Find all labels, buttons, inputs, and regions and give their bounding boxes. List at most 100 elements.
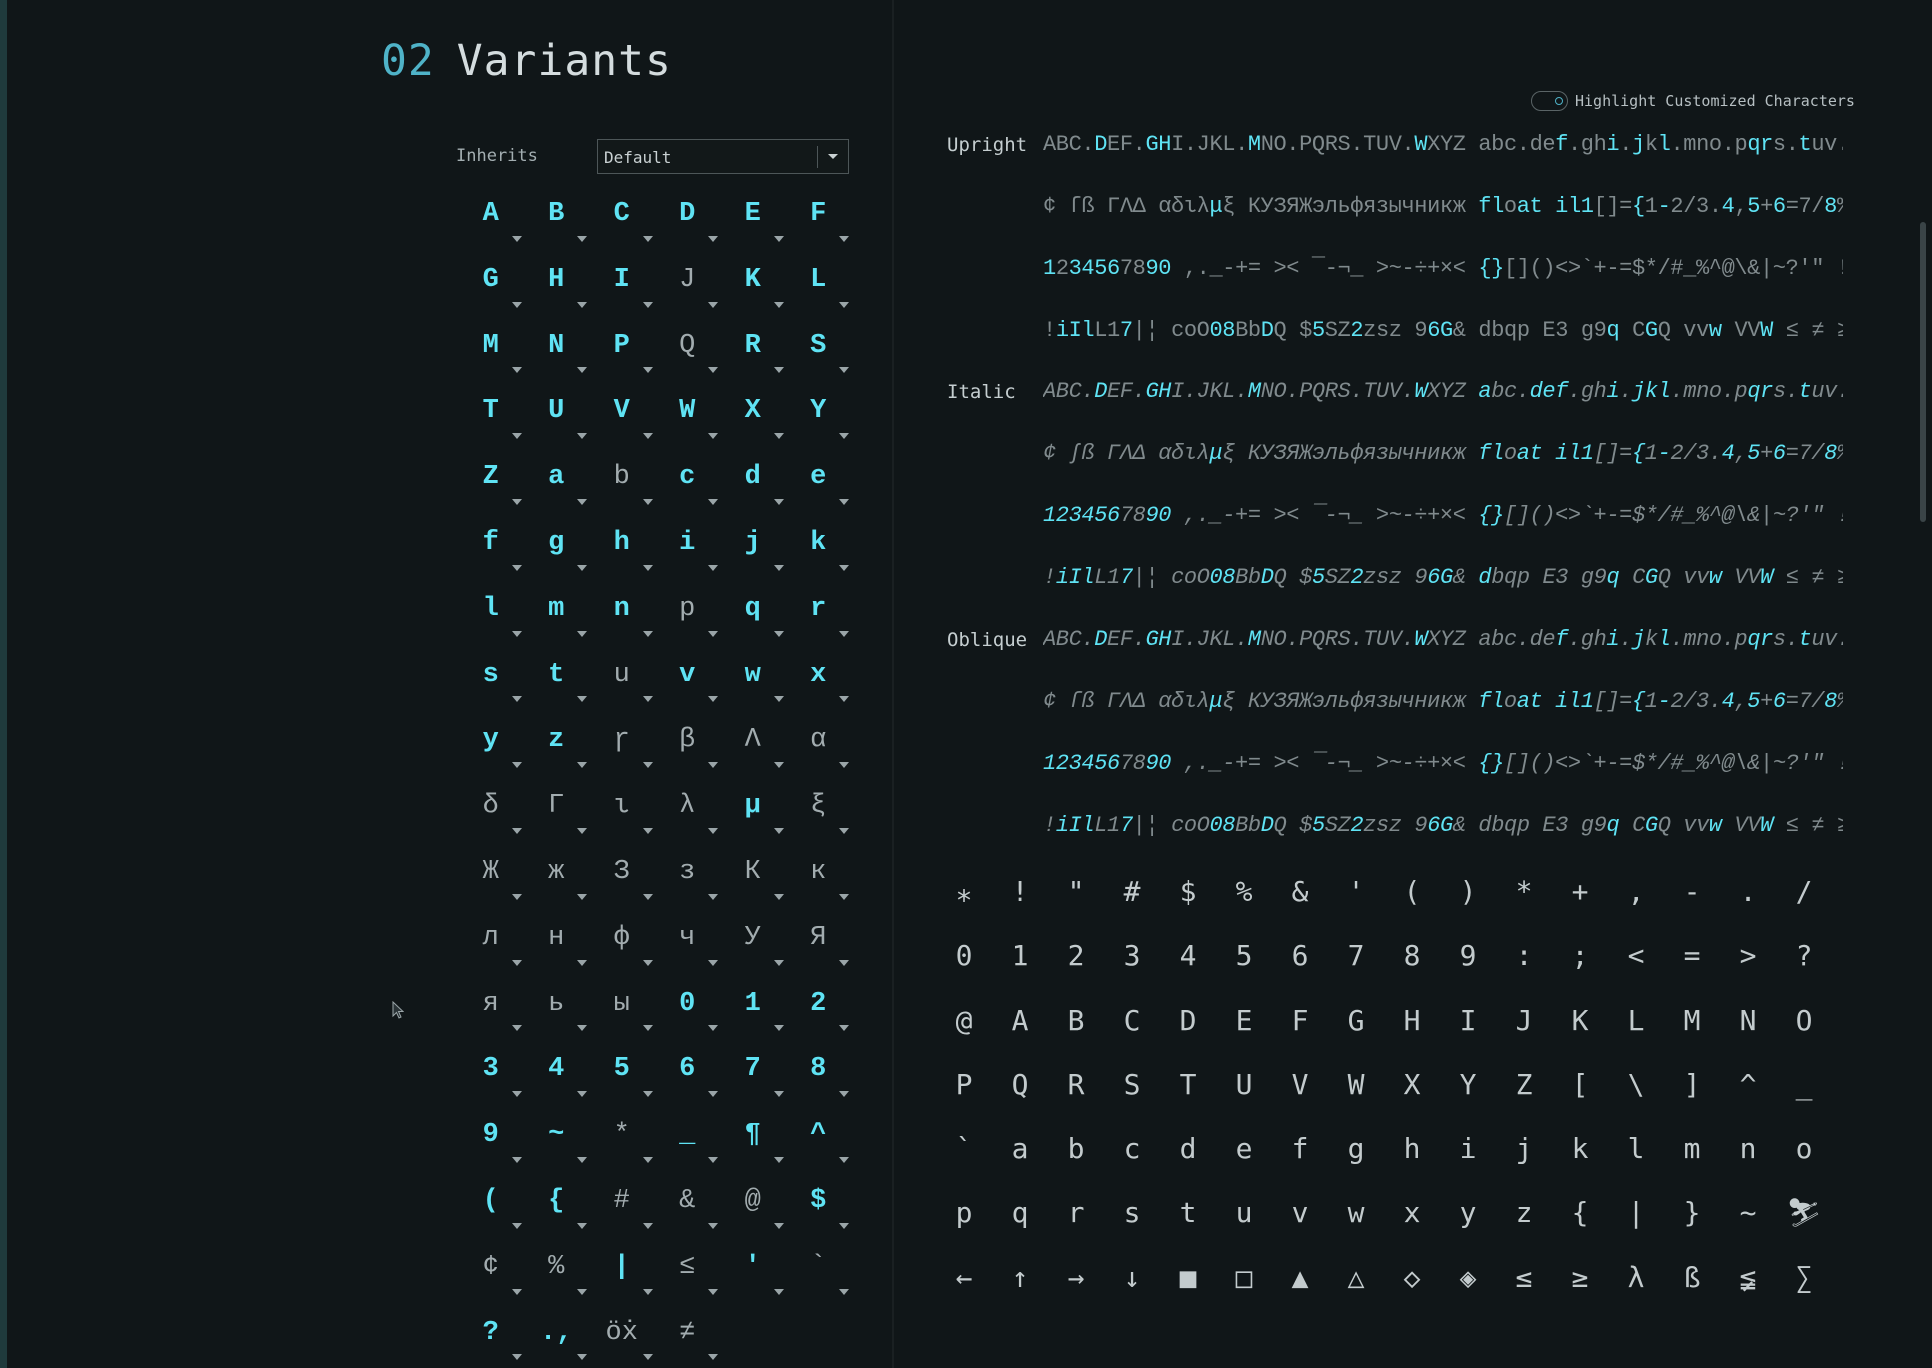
variant-dropdown-icon[interactable] bbox=[708, 498, 718, 505]
variant-cell[interactable]: Ж bbox=[458, 842, 524, 908]
variant-cell[interactable]: E bbox=[720, 184, 786, 250]
variant-cell[interactable]: s bbox=[458, 645, 524, 711]
variant-dropdown-icon[interactable] bbox=[708, 564, 718, 571]
variant-cell[interactable]: D bbox=[655, 184, 721, 250]
variant-cell[interactable]: h bbox=[589, 513, 655, 579]
variant-cell[interactable]: 0 bbox=[655, 974, 721, 1040]
variant-dropdown-icon[interactable] bbox=[511, 893, 522, 900]
variant-dropdown-icon[interactable] bbox=[708, 1222, 718, 1229]
variant-dropdown-icon[interactable] bbox=[577, 301, 587, 308]
variant-cell[interactable]: U bbox=[524, 381, 590, 447]
variant-cell[interactable]: @ bbox=[720, 1171, 786, 1237]
variant-cell[interactable]: M bbox=[458, 316, 524, 382]
variant-dropdown-icon[interactable] bbox=[773, 564, 784, 571]
variant-dropdown-icon[interactable] bbox=[511, 235, 522, 242]
variant-cell[interactable]: я bbox=[458, 974, 524, 1040]
variant-dropdown-icon[interactable] bbox=[773, 762, 784, 769]
variant-dropdown-icon[interactable] bbox=[642, 235, 653, 242]
variant-dropdown-icon[interactable] bbox=[773, 1288, 784, 1295]
variant-dropdown-icon[interactable] bbox=[708, 1354, 718, 1361]
variant-cell[interactable]: Я bbox=[786, 908, 852, 974]
variant-cell[interactable]: H bbox=[524, 250, 590, 316]
variant-cell[interactable]: V bbox=[589, 381, 655, 447]
variant-dropdown-icon[interactable] bbox=[642, 1091, 653, 1098]
variant-dropdown-icon[interactable] bbox=[773, 827, 784, 834]
variant-dropdown-icon[interactable] bbox=[708, 1025, 718, 1032]
variant-cell[interactable]: ы bbox=[589, 974, 655, 1040]
variant-cell[interactable]: d bbox=[720, 447, 786, 513]
variant-dropdown-icon[interactable] bbox=[511, 1025, 522, 1032]
variant-cell[interactable]: z bbox=[524, 710, 590, 776]
variant-cell[interactable]: * bbox=[589, 1105, 655, 1171]
variant-dropdown-icon[interactable] bbox=[839, 827, 849, 834]
variant-dropdown-icon[interactable] bbox=[773, 1222, 784, 1229]
variant-cell[interactable]: f bbox=[458, 513, 524, 579]
variant-cell[interactable]: v bbox=[655, 645, 721, 711]
variant-dropdown-icon[interactable] bbox=[773, 367, 784, 374]
variant-dropdown-icon[interactable] bbox=[708, 433, 718, 440]
variant-cell[interactable]: Γ bbox=[524, 776, 590, 842]
variant-cell[interactable]: c bbox=[655, 447, 721, 513]
variant-dropdown-icon[interactable] bbox=[708, 630, 718, 637]
variant-cell[interactable]: ≠ bbox=[655, 1303, 721, 1368]
variant-dropdown-icon[interactable] bbox=[839, 1288, 849, 1295]
variant-dropdown-icon[interactable] bbox=[773, 696, 784, 703]
variant-dropdown-icon[interactable] bbox=[577, 564, 587, 571]
variant-dropdown-icon[interactable] bbox=[511, 1222, 522, 1229]
variant-cell[interactable]: w bbox=[720, 645, 786, 711]
variant-cell[interactable]: & bbox=[655, 1171, 721, 1237]
variant-dropdown-icon[interactable] bbox=[511, 564, 522, 571]
variant-cell[interactable]: b bbox=[589, 447, 655, 513]
variant-dropdown-icon[interactable] bbox=[773, 893, 784, 900]
variant-dropdown-icon[interactable] bbox=[708, 1156, 718, 1163]
variant-cell[interactable]: a bbox=[524, 447, 590, 513]
variant-cell[interactable]: i bbox=[655, 513, 721, 579]
variant-cell[interactable]: I bbox=[589, 250, 655, 316]
variant-dropdown-icon[interactable] bbox=[839, 433, 849, 440]
variant-cell[interactable]: L bbox=[786, 250, 852, 316]
variant-cell[interactable]: к bbox=[786, 842, 852, 908]
variant-dropdown-icon[interactable] bbox=[511, 301, 522, 308]
variant-dropdown-icon[interactable] bbox=[577, 630, 587, 637]
variant-dropdown-icon[interactable] bbox=[642, 433, 653, 440]
variant-cell[interactable]: l bbox=[458, 579, 524, 645]
variant-cell[interactable]: # bbox=[589, 1171, 655, 1237]
variant-cell[interactable]: ξ bbox=[786, 776, 852, 842]
variant-cell[interactable]: ( bbox=[458, 1171, 524, 1237]
variant-dropdown-icon[interactable] bbox=[577, 1354, 587, 1361]
variant-cell[interactable]: J bbox=[655, 250, 721, 316]
variant-dropdown-icon[interactable] bbox=[642, 959, 653, 966]
variant-cell[interactable]: x bbox=[786, 645, 852, 711]
variant-cell[interactable]: 6 bbox=[655, 1039, 721, 1105]
variant-dropdown-icon[interactable] bbox=[642, 1288, 653, 1295]
variant-dropdown-icon[interactable] bbox=[642, 1025, 653, 1032]
variant-cell[interactable]: g bbox=[524, 513, 590, 579]
variant-dropdown-icon[interactable] bbox=[773, 630, 784, 637]
variant-dropdown-icon[interactable] bbox=[642, 1354, 653, 1361]
variant-cell[interactable]: ч bbox=[655, 908, 721, 974]
variant-cell[interactable]: α bbox=[786, 710, 852, 776]
variant-dropdown-icon[interactable] bbox=[839, 498, 849, 505]
variant-cell[interactable]: B bbox=[524, 184, 590, 250]
variant-dropdown-icon[interactable] bbox=[642, 827, 653, 834]
variant-dropdown-icon[interactable] bbox=[839, 630, 849, 637]
variant-cell[interactable]: u bbox=[589, 645, 655, 711]
variant-cell[interactable]: N bbox=[524, 316, 590, 382]
variant-dropdown-icon[interactable] bbox=[511, 959, 522, 966]
variant-cell[interactable]: q bbox=[720, 579, 786, 645]
variant-dropdown-icon[interactable] bbox=[839, 301, 849, 308]
variant-cell[interactable]: A bbox=[458, 184, 524, 250]
variant-cell[interactable]: К bbox=[720, 842, 786, 908]
variant-cell[interactable]: 5 bbox=[589, 1039, 655, 1105]
variant-cell[interactable]: 4 bbox=[524, 1039, 590, 1105]
variant-cell[interactable]: e bbox=[786, 447, 852, 513]
variant-dropdown-icon[interactable] bbox=[708, 1288, 718, 1295]
variant-dropdown-icon[interactable] bbox=[773, 433, 784, 440]
variant-dropdown-icon[interactable] bbox=[511, 1354, 522, 1361]
variant-cell[interactable]: Y bbox=[786, 381, 852, 447]
variant-cell[interactable]: β bbox=[655, 710, 721, 776]
variant-dropdown-icon[interactable] bbox=[642, 367, 653, 374]
variant-cell[interactable]: j bbox=[720, 513, 786, 579]
variant-dropdown-icon[interactable] bbox=[773, 1156, 784, 1163]
variant-dropdown-icon[interactable] bbox=[577, 1025, 587, 1032]
